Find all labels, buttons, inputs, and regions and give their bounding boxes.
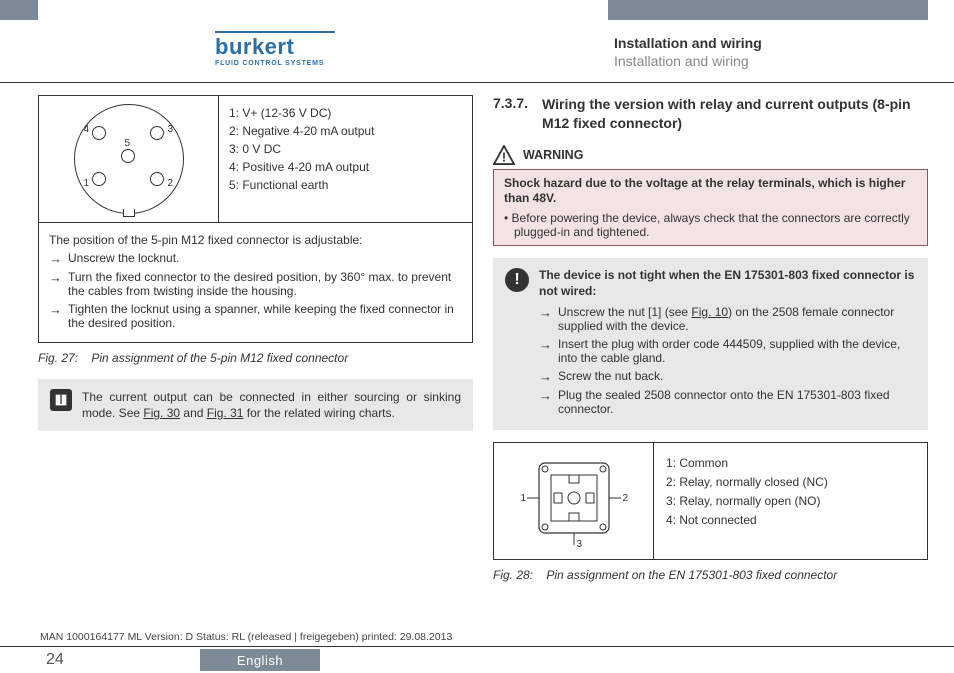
section-heading: Wiring the version with relay and curren… (542, 95, 928, 133)
fig-28-text: Pin assignment on the EN 175301-803 fixe… (546, 568, 837, 582)
arrow-icon (539, 337, 552, 352)
pin-label-4: 4 (84, 124, 90, 135)
en-pin-desc-3: 3: Relay, normally open (NO) (666, 494, 915, 508)
header-divider (0, 82, 954, 83)
fig-27-caption: Fig. 27: Pin assignment of the 5-pin M12… (38, 351, 473, 365)
fig-28-caption: Fig. 28: Pin assignment on the EN 175301… (493, 568, 928, 582)
notice-step-4: Plug the sealed 2508 connector onto the … (558, 388, 916, 416)
pin-desc-3: 3: 0 V DC (229, 142, 462, 156)
fig-28-num: Fig. 28: (493, 568, 533, 582)
language-indicator: English (200, 649, 320, 671)
notice-box: ! The device is not tight when the EN 17… (493, 258, 928, 430)
en-pin-desc-4: 4: Not connected (666, 513, 915, 527)
pin-desc-4: 4: Positive 4-20 mA output (229, 160, 462, 174)
svg-text:!: ! (502, 149, 506, 164)
section-number: 7.3.7. (493, 95, 528, 133)
m12-diagram: 1 2 3 4 5 (39, 96, 219, 222)
en-pin-desc-2: 2: Relay, normally closed (NC) (666, 475, 915, 489)
pin-label-3: 3 (168, 124, 174, 135)
arrow-icon (539, 388, 552, 403)
warning-bullet: Before powering the device, always check… (514, 211, 917, 239)
notice-step-2: Insert the plug with order code 444509, … (558, 337, 916, 365)
pin-desc-5: 5: Functional earth (229, 178, 462, 192)
link-fig31[interactable]: Fig. 31 (207, 406, 244, 420)
notice-title: The device is not tight when the EN 1753… (539, 268, 916, 299)
top-bar-right (608, 0, 928, 20)
adjustment-steps: The position of the 5-pin M12 fixed conn… (38, 223, 473, 343)
footer-metadata: MAN 1000164177 ML Version: D Status: RL … (40, 631, 452, 643)
info-note: The current output can be connected in e… (38, 379, 473, 431)
warning-box: Shock hazard due to the voltage at the r… (493, 169, 928, 246)
page-header: burkert FLUID CONTROL SYSTEMS Installati… (0, 20, 954, 80)
arrow-icon (49, 270, 62, 285)
pin-desc-2: 2: Negative 4-20 mA output (229, 124, 462, 138)
en-connector-diagram: 1 2 3 (494, 443, 654, 559)
en-pin-2: 2 (623, 493, 629, 504)
notice-step-3: Screw the nut back. (558, 369, 916, 383)
arrow-icon (539, 369, 552, 384)
header-title-block: Installation and wiring Installation and… (614, 35, 924, 69)
en-connector-table: 1 2 3 1: Common 2: Relay, normally close… (493, 442, 928, 560)
book-icon (50, 389, 72, 411)
pin-desc-1: 1: V+ (12-36 V DC) (229, 106, 462, 120)
section-7-3-7: 7.3.7. Wiring the version with relay and… (493, 95, 928, 133)
link-fig10[interactable]: Fig. 10 (691, 305, 728, 319)
en-pin-desc-1: 1: Common (666, 456, 915, 470)
logo: burkert FLUID CONTROL SYSTEMS (215, 30, 335, 67)
page-footer: MAN 1000164177 ML Version: D Status: RL … (0, 631, 954, 673)
footer-divider (0, 646, 954, 647)
top-decor-bars (0, 0, 954, 20)
top-bar-left (0, 0, 38, 20)
info-text: The current output can be connected in e… (82, 389, 461, 421)
warning-label: WARNING (523, 148, 583, 162)
en-pin-3: 3 (577, 539, 583, 550)
fig-27-text: Pin assignment of the 5-pin M12 fixed co… (91, 351, 348, 365)
pin-label-5: 5 (125, 138, 131, 149)
logo-tagline: FLUID CONTROL SYSTEMS (215, 60, 335, 67)
warning-header: ! WARNING (493, 145, 928, 165)
m12-pin-list: 1: V+ (12-36 V DC) 2: Negative 4-20 mA o… (219, 96, 472, 222)
page-number: 24 (46, 651, 64, 669)
fig-27-num: Fig. 27: (38, 351, 78, 365)
warning-triangle-icon: ! (493, 145, 515, 165)
step-1: Unscrew the locknut. (68, 251, 462, 265)
pin-label-1: 1 (84, 178, 90, 189)
exclamation-circle-icon: ! (505, 268, 529, 292)
content-area: 1 2 3 4 5 1: V+ (12-36 V DC) 2: Negative… (38, 95, 928, 625)
adjust-intro: The position of the 5-pin M12 fixed conn… (49, 233, 462, 247)
m12-pin-table: 1 2 3 4 5 1: V+ (12-36 V DC) 2: Negative… (38, 95, 473, 223)
right-column: 7.3.7. Wiring the version with relay and… (493, 95, 928, 625)
step-2: Turn the fixed connector to the desired … (68, 270, 462, 298)
header-title-bold: Installation and wiring (614, 35, 924, 51)
arrow-icon (49, 302, 62, 317)
notice-step-1: Unscrew the nut [1] (see Fig. 10) on the… (558, 305, 916, 333)
en-pin-list: 1: Common 2: Relay, normally closed (NC)… (654, 443, 927, 559)
en-pin-1: 1 (521, 493, 527, 504)
logo-text: burkert (215, 34, 335, 60)
left-column: 1 2 3 4 5 1: V+ (12-36 V DC) 2: Negative… (38, 95, 473, 625)
warning-title: Shock hazard due to the voltage at the r… (504, 176, 917, 207)
pin-label-2: 2 (168, 178, 174, 189)
step-3: Tighten the locknut using a spanner, whi… (68, 302, 462, 330)
link-fig30[interactable]: Fig. 30 (143, 406, 180, 420)
header-title-light: Installation and wiring (614, 53, 924, 69)
arrow-icon (49, 251, 62, 266)
arrow-icon (539, 305, 552, 320)
